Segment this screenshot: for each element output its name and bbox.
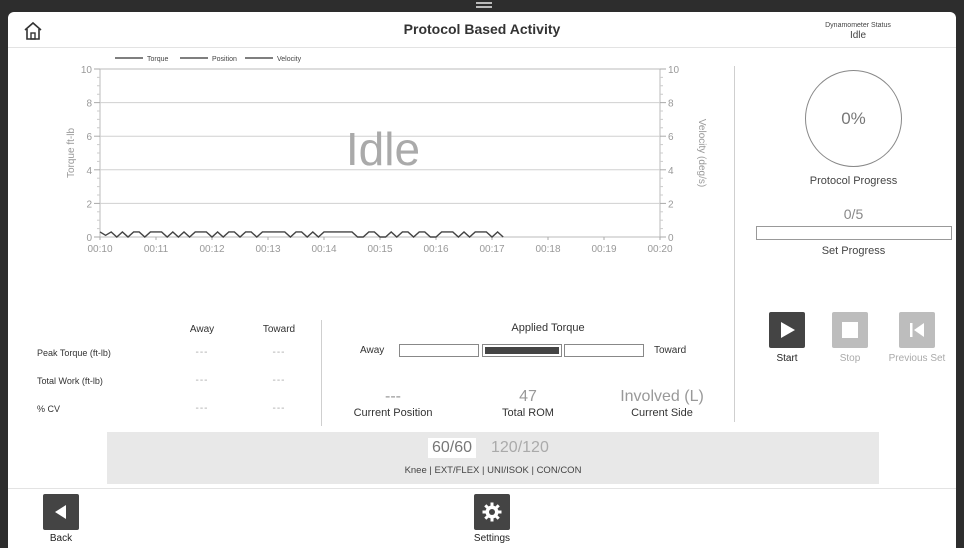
y-axis-label-left: Torque ft-lb [66, 128, 77, 178]
set-progress-label: Set Progress [821, 245, 886, 257]
current-position-label: Current Position [353, 407, 433, 419]
total-rom-label: Total ROM [502, 407, 554, 419]
applied-torque-away-segment [399, 344, 479, 357]
current-side-value: Involved (L) [620, 388, 704, 405]
dynamometer-status-value: Idle [849, 30, 867, 41]
protocol-selector: 60/60 120/120 Knee | EXT/FLEX | UNI/ISOK… [107, 432, 879, 484]
x-tick-label: 00:11 [144, 244, 169, 255]
y-tick-label-right: 0 [668, 233, 674, 244]
app-screen: Protocol Based Activity Dynamometer Stat… [8, 12, 956, 548]
gear-icon [482, 502, 502, 522]
set-progress-value: 0/5 [843, 206, 864, 222]
stats-cell-away: --- [195, 347, 209, 358]
protocol-description: Knee | EXT/FLEX | UNI/ISOK | CON/CON [404, 465, 582, 476]
applied-torque-toward-label: Toward [654, 345, 687, 356]
x-tick-label: 00:14 [311, 244, 336, 255]
stats-row-label: Total Work (ft-lb) [37, 376, 103, 386]
right-panel-divider [734, 66, 735, 422]
y-tick-label-right: 6 [668, 132, 674, 143]
y-axis-label-right: Velocity (deg/s) [696, 119, 707, 187]
applied-torque-toward-segment [564, 344, 644, 357]
settings-button[interactable]: Settings [462, 494, 522, 544]
stats-cell-toward: --- [272, 375, 286, 386]
stats-row-label: % CV [37, 404, 61, 414]
series-line-torque [99, 231, 504, 238]
current-position-value: --- [385, 388, 401, 405]
stats-cell-away: --- [195, 403, 209, 414]
speed-option[interactable]: 120/120 [491, 439, 549, 457]
protocol-progress-value: 0% [841, 108, 866, 128]
y-tick-label-left: 10 [81, 65, 93, 76]
x-tick-label: 00:20 [647, 244, 672, 255]
applied-torque-center-segment [482, 344, 562, 357]
dynamometer-status-label: Dynamometer Status [825, 22, 891, 29]
x-tick-label: 00:15 [367, 244, 392, 255]
y-tick-label-right: 2 [668, 199, 674, 210]
protocol-progress-circle: 0% [805, 70, 902, 167]
stats-cell-toward: --- [272, 403, 286, 414]
stats-divider [321, 320, 322, 426]
stats-header-away: Away [189, 324, 215, 335]
set-progress-bar [756, 226, 952, 240]
back-button[interactable]: Back [31, 494, 91, 544]
play-icon [781, 322, 795, 338]
y-tick-label-right: 8 [668, 99, 674, 110]
x-tick-label: 00:19 [591, 244, 616, 255]
previous-set-button[interactable]: Previous Set [887, 312, 947, 364]
y-tick-label-right: 10 [668, 65, 680, 76]
stop-icon [842, 322, 858, 338]
x-tick-label: 00:10 [87, 244, 112, 255]
y-tick-label-left: 8 [86, 99, 92, 110]
previous-set-label: Previous Set [888, 353, 946, 364]
y-tick-label-left: 4 [86, 166, 92, 177]
device-notch [476, 0, 492, 8]
applied-torque-away-label: Away [360, 345, 385, 356]
legend-label: Velocity [277, 56, 302, 63]
start-label: Start [776, 353, 798, 364]
stats-cell-away: --- [195, 375, 209, 386]
stop-button[interactable]: Stop [820, 312, 880, 364]
back-label: Back [49, 533, 73, 544]
x-tick-label: 00:16 [423, 244, 448, 255]
legend-label: Torque [147, 56, 169, 63]
y-tick-label-left: 2 [86, 199, 92, 210]
x-tick-label: 00:13 [255, 244, 280, 255]
header: Protocol Based Activity Dynamometer Stat… [8, 12, 956, 48]
x-tick-label: 00:18 [535, 244, 560, 255]
y-tick-label-left: 6 [86, 132, 92, 143]
dynamometer-status: Dynamometer Status Idle [798, 22, 918, 41]
protocol-progress-label: Protocol Progress [809, 175, 898, 187]
torque-chart: 0 0 2 2 4 4 6 6 8 8 10 10 00:10 00:11 00:12 00:13 00:14 0… [66, 56, 707, 255]
stop-label: Stop [839, 353, 861, 364]
stats-header-toward: Toward [262, 324, 296, 335]
stats-cell-toward: --- [272, 347, 286, 358]
x-tick-label: 00:12 [199, 244, 224, 255]
skip-back-icon [910, 323, 924, 337]
back-arrow-icon [55, 505, 66, 519]
y-tick-label-right: 4 [668, 166, 674, 177]
x-tick-label: 00:17 [479, 244, 504, 255]
chart-overlay-status: Idle [346, 123, 420, 175]
applied-torque-title: Applied Torque [511, 322, 585, 334]
legend-label: Position [212, 56, 237, 63]
settings-label: Settings [473, 533, 511, 544]
current-side-label: Current Side [631, 407, 693, 419]
total-rom-value: 47 [519, 388, 537, 405]
stats-row-label: Peak Torque (ft-lb) [37, 348, 111, 358]
start-button[interactable]: Start [757, 312, 817, 364]
footer-divider [8, 488, 956, 489]
speed-option-active[interactable]: 60/60 [428, 438, 477, 458]
y-tick-label-left: 0 [86, 233, 92, 244]
